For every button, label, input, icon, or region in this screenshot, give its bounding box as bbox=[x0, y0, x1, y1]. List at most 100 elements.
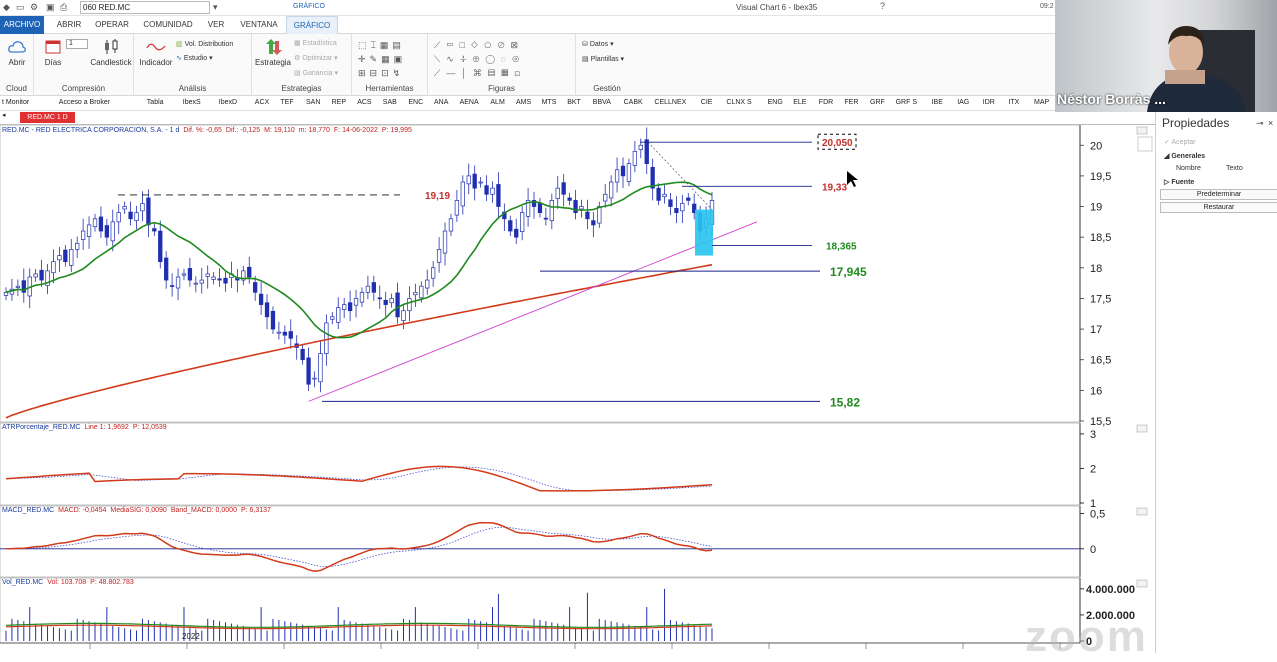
price-header-field: F: 14-06-2022 bbox=[333, 127, 378, 134]
symbol-acs[interactable]: ACS bbox=[357, 99, 371, 106]
pin-icon[interactable]: ⊸ bbox=[1256, 118, 1264, 129]
quick-print-icon[interactable]: ⎙ bbox=[60, 2, 67, 13]
candle-body bbox=[181, 273, 187, 276]
price-tick-label: 19 bbox=[1090, 202, 1102, 214]
symbol-map[interactable]: MAP bbox=[1034, 99, 1049, 106]
tab-abrir[interactable]: ABRIR bbox=[52, 16, 86, 34]
tab-ventana[interactable]: VENTANA bbox=[236, 16, 282, 34]
symbol-bbva[interactable]: BBVA bbox=[593, 99, 611, 106]
estadistica-button[interactable]: ▦ Estadística bbox=[294, 39, 337, 47]
candle-body bbox=[537, 202, 543, 214]
symbol-itx[interactable]: ITX bbox=[1008, 99, 1019, 106]
panel-restore-icon-1 bbox=[1136, 424, 1148, 433]
candle-body bbox=[258, 293, 264, 305]
symbol-cellnex[interactable]: CELLNEX bbox=[654, 99, 686, 106]
clock: 09:2 bbox=[1040, 3, 1054, 10]
level-1919-label: 19,19 bbox=[425, 191, 450, 202]
generales-section[interactable]: ◢ Generales bbox=[1164, 152, 1205, 160]
restaurar-button[interactable]: Restaurar bbox=[1160, 202, 1277, 213]
symbol-cabk[interactable]: CABK bbox=[624, 99, 643, 106]
tab-archivo[interactable]: ARCHIVO bbox=[0, 16, 44, 34]
candle-body bbox=[472, 173, 477, 189]
symbol-t-monitor[interactable]: t Monitor bbox=[2, 99, 29, 106]
candle-body bbox=[264, 302, 270, 318]
symbol-eng[interactable]: ENG bbox=[768, 99, 783, 106]
close-icon[interactable]: × bbox=[1268, 118, 1273, 128]
symbol-input[interactable]: 060 RED.MC bbox=[80, 1, 210, 14]
aceptar-button[interactable]: ✓ Aceptar bbox=[1164, 138, 1196, 146]
symbol-ana[interactable]: ANA bbox=[434, 99, 448, 106]
symbol-mts[interactable]: MTS bbox=[542, 99, 557, 106]
compression-value-input[interactable]: 1 bbox=[66, 39, 88, 49]
symbol-tef[interactable]: TEF bbox=[280, 99, 293, 106]
app-logo-icon[interactable]: ◆ bbox=[3, 2, 10, 13]
symbol-cie[interactable]: CIE bbox=[701, 99, 713, 106]
indicator-wave-icon bbox=[146, 43, 166, 51]
symbol-fer[interactable]: FER bbox=[844, 99, 858, 106]
symbol-sab[interactable]: SAB bbox=[383, 99, 397, 106]
group-gestion: ⛁ Datos ▾ ▤ Plantillas ▾ Gestión bbox=[582, 40, 625, 93]
chart-canvas[interactable]: 2019,51918,51817,51716,51615,520,05019,3… bbox=[0, 125, 1155, 654]
symbol-grf-s[interactable]: GRF S bbox=[896, 99, 917, 106]
macd-header-field: P: 6,3137 bbox=[240, 507, 271, 514]
symbol-ams[interactable]: AMS bbox=[516, 99, 531, 106]
symbol-fdr[interactable]: FDR bbox=[819, 99, 833, 106]
plantillas-button[interactable]: ▤ Plantillas ▾ bbox=[582, 55, 624, 63]
symbol-ibexs[interactable]: IbexS bbox=[183, 99, 201, 106]
symbol-ibe[interactable]: IBE bbox=[932, 99, 943, 106]
tab-grafico[interactable]: GRÁFICO bbox=[286, 16, 338, 34]
tab-comunidad[interactable]: COMUNIDAD bbox=[140, 16, 196, 34]
vol-distribution-button[interactable]: ▥ Vol. Distribution bbox=[176, 40, 233, 48]
symbol-alm[interactable]: ALM bbox=[490, 99, 504, 106]
ganancia-button[interactable]: ▤ Ganancia ▾ bbox=[294, 69, 338, 77]
quick-config-icon[interactable]: ⚙ bbox=[30, 2, 38, 13]
candle-body bbox=[175, 276, 181, 289]
quick-open-icon[interactable]: ▭ bbox=[16, 2, 25, 13]
symbol-acceso-a-broker[interactable]: Acceso a Broker bbox=[59, 99, 110, 106]
symbol-enc[interactable]: ENC bbox=[408, 99, 423, 106]
quick-save-icon[interactable]: ▣ bbox=[46, 2, 55, 13]
tab-operar[interactable]: OPERAR bbox=[92, 16, 132, 34]
cloud-icon bbox=[8, 41, 26, 53]
candle-body bbox=[116, 212, 121, 223]
figuras-shapes-icon[interactable]: ⟋▭□◇⬠⊘⊠ ⟍∿✛⊕◯◌⊚ ⟋—│⌘▤▦⊡ bbox=[434, 38, 572, 80]
nombre-value[interactable]: Texto bbox=[1226, 165, 1243, 172]
tab-ver[interactable]: VER bbox=[202, 16, 230, 34]
chart-area[interactable]: 20 19,5 19 18,5 18 17,5 17 16,5 16 15,5 20,050 19,3… bbox=[0, 124, 1155, 653]
estudio-button[interactable]: ∿ Estudio ▾ bbox=[176, 54, 213, 62]
candle-body bbox=[555, 187, 560, 199]
symbol-bkt[interactable]: BKT bbox=[567, 99, 581, 106]
candlestick-button[interactable]: Candlestick bbox=[90, 38, 132, 67]
symbol-dropdown-icon[interactable]: ▾ bbox=[213, 2, 218, 13]
panel-frame-2 bbox=[0, 505, 1081, 578]
herramientas-tools-icon[interactable]: ⬚⌶▦▤ ✛✎▦▣ ⊞⊟⊡↯ bbox=[358, 38, 422, 80]
price-tick-label: 19,5 bbox=[1090, 171, 1111, 183]
candle-body bbox=[318, 353, 323, 383]
help-icon[interactable]: ? bbox=[880, 1, 885, 11]
candle-body bbox=[247, 266, 252, 278]
fuente-section[interactable]: ▷ Fuente bbox=[1164, 178, 1194, 186]
datos-button[interactable]: ⛁ Datos ▾ bbox=[582, 40, 614, 48]
level-1582-label: 15,82 bbox=[830, 395, 860, 409]
symbol-iag[interactable]: IAG bbox=[957, 99, 969, 106]
chart-tab-red-mc[interactable]: RED.MC 1 D bbox=[20, 112, 75, 123]
symbol-idr[interactable]: IDR bbox=[983, 99, 995, 106]
optimizar-button[interactable]: ⚙ Optimizar ▾ bbox=[294, 54, 338, 62]
collapse-icon: ◢ bbox=[1164, 153, 1170, 160]
symbol-rep[interactable]: REP bbox=[332, 99, 346, 106]
symbol-aena[interactable]: AENA bbox=[460, 99, 479, 106]
chart-tabs-left-arrow[interactable]: ◂ bbox=[2, 111, 6, 119]
dias-button[interactable]: Días bbox=[38, 38, 68, 67]
abrir-cloud-button[interactable]: Abrir bbox=[3, 38, 31, 67]
symbol-acx[interactable]: ACX bbox=[255, 99, 269, 106]
symbol-ele[interactable]: ELE bbox=[793, 99, 806, 106]
estrategia-button[interactable]: Estrategia bbox=[254, 38, 292, 67]
symbol-tabla[interactable]: Tabla bbox=[147, 99, 164, 106]
symbol-grf[interactable]: GRF bbox=[870, 99, 885, 106]
candle-body bbox=[104, 225, 110, 238]
predeterminar-button[interactable]: Predeterminar bbox=[1160, 189, 1277, 200]
symbol-ibexd[interactable]: IbexD bbox=[219, 99, 237, 106]
symbol-san[interactable]: SAN bbox=[306, 99, 320, 106]
symbol-clnx-s[interactable]: CLNX S bbox=[726, 99, 751, 106]
indicador-button[interactable]: Indicador bbox=[138, 38, 174, 67]
